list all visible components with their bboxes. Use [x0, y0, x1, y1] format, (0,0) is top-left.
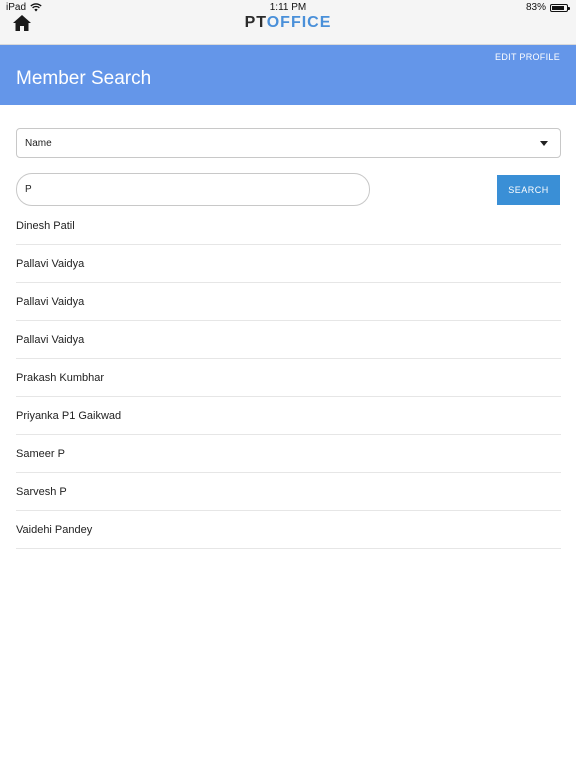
list-item[interactable]: Pallavi Vaidya [16, 245, 561, 283]
list-item[interactable]: Prakash Kumbhar [16, 359, 561, 397]
page-header: EDIT PROFILE Member Search [0, 45, 576, 105]
results-list: Dinesh Patil Pallavi Vaidya Pallavi Vaidya… [16, 207, 561, 549]
list-item[interactable]: Pallavi Vaidya [16, 283, 561, 321]
list-item[interactable]: Sameer P [16, 435, 561, 473]
status-bar: iPad 1:11 PM 83% PTOFFICE [0, 0, 576, 45]
list-item[interactable]: Vaidehi Pandey [16, 511, 561, 549]
page-title: Member Search [16, 68, 152, 89]
select-value: Name [25, 138, 52, 149]
battery-icon [550, 3, 570, 12]
list-item[interactable]: Priyanka P1 Gaikwad [16, 397, 561, 435]
logo-pt: PT [244, 14, 267, 31]
edit-profile-link[interactable]: EDIT PROFILE [495, 52, 560, 62]
search-field-select[interactable]: Name [16, 128, 561, 158]
search-input[interactable] [16, 173, 370, 206]
list-item[interactable]: Dinesh Patil [16, 207, 561, 245]
list-item[interactable]: Sarvesh P [16, 473, 561, 511]
caret-down-icon [540, 141, 548, 146]
logo-office: OFFICE [266, 14, 332, 31]
status-time: 1:11 PM [269, 2, 307, 13]
status-right: 83% [525, 2, 570, 13]
search-button[interactable]: SEARCH [497, 175, 560, 205]
list-item[interactable]: Pallavi Vaidya [16, 321, 561, 359]
app-logo: PTOFFICE [0, 14, 576, 32]
battery-percent: 83% [525, 2, 546, 13]
